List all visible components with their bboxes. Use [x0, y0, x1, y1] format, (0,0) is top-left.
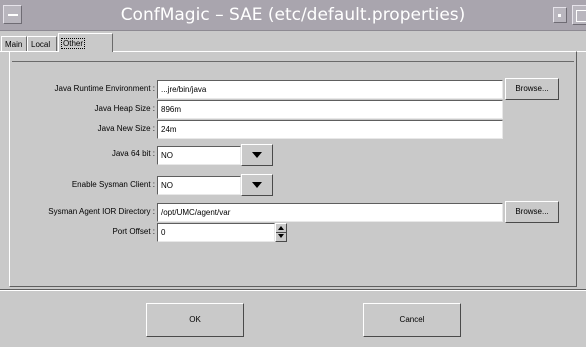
sysman-label: Enable Sysman Client :: [71, 180, 155, 189]
tab-other[interactable]: Other: [58, 33, 113, 52]
spin-up-icon[interactable]: [278, 226, 284, 230]
window-title: ConfMagic – SAE (etc/default.properties): [120, 5, 466, 25]
port-offset-spinner[interactable]: [275, 223, 287, 242]
jre-input[interactable]: ...jre/bin/java: [157, 80, 503, 99]
java64-select[interactable]: NO: [157, 146, 241, 165]
panel-separator: [12, 61, 574, 62]
maximize-button[interactable]: [572, 5, 586, 25]
port-offset-input[interactable]: 0: [157, 223, 275, 242]
footer-separator: [0, 290, 586, 291]
ior-dir-label: Sysman Agent IOR Directory :: [48, 207, 155, 216]
tab-local[interactable]: Local: [27, 36, 57, 51]
spin-down-icon[interactable]: [278, 234, 284, 238]
tab-main[interactable]: Main: [1, 36, 27, 51]
spin-divider: [276, 232, 286, 233]
jre-browse-button[interactable]: Browse...: [505, 78, 559, 100]
heap-size-label: Java Heap Size :: [94, 104, 155, 113]
sysman-dropdown-button[interactable]: [241, 174, 273, 196]
ok-button[interactable]: OK: [146, 303, 244, 337]
java64-dropdown-button[interactable]: [241, 144, 273, 166]
ior-dir-input[interactable]: /opt/UMC/agent/var: [157, 203, 503, 222]
new-size-label: Java New Size :: [97, 124, 155, 133]
tab-other-label: Other: [60, 38, 86, 49]
port-offset-label: Port Offset :: [112, 227, 155, 236]
heap-size-input[interactable]: 896m: [157, 100, 503, 119]
cancel-button[interactable]: Cancel: [363, 303, 461, 337]
ior-dir-browse-button[interactable]: Browse...: [505, 201, 559, 223]
new-size-input[interactable]: 24m: [157, 120, 503, 139]
sysman-select[interactable]: NO: [157, 176, 241, 195]
jre-label: Java Runtime Environment :: [54, 84, 156, 93]
minimize-button[interactable]: [553, 7, 567, 23]
java64-label: Java 64 bit :: [111, 149, 155, 158]
title-bar[interactable]: ConfMagic – SAE (etc/default.properties): [0, 0, 586, 31]
